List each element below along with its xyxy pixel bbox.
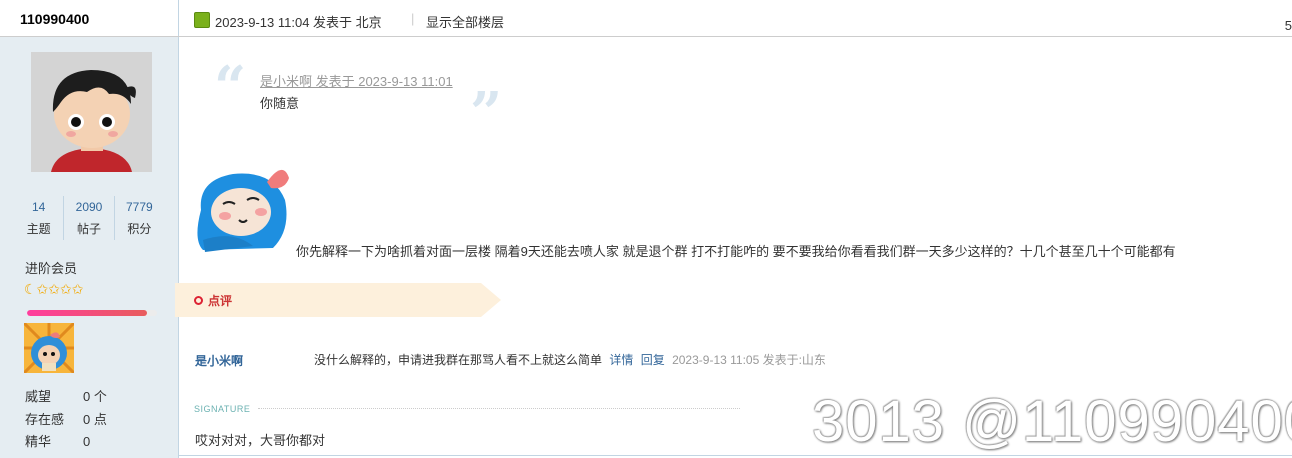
info-row: 存在感 0 点 <box>25 409 107 432</box>
post-bottom-border <box>178 455 1292 456</box>
stat-value: 7779 <box>125 200 153 214</box>
stat-label: 主题 <box>26 222 51 236</box>
floor-number[interactable]: 5 <box>1285 18 1292 33</box>
comment-user[interactable]: 是小米啊 <box>195 352 243 369</box>
quote-author[interactable]: 是小米啊 发表于 2023-9-13 11:01 <box>260 71 453 90</box>
info-value: 0 个 <box>83 389 107 404</box>
info-key: 精华 <box>25 434 52 449</box>
post-header: 2023-9-13 11:04 发表于 北京 | 显示全部楼层 5 <box>178 0 1292 37</box>
rank-stars-icon: ☾✩✩✩✩ <box>24 281 84 297</box>
stat-value: 2090 <box>75 200 103 214</box>
sticker-image <box>193 160 293 255</box>
show-all-floors-link[interactable]: 显示全部楼层 <box>426 12 504 31</box>
level-progress-bar <box>27 310 157 316</box>
divider: | <box>411 11 415 26</box>
user-info: 威望 0 个 存在感 0 点 精华 0 <box>25 386 107 454</box>
comment-circle-icon <box>194 296 203 305</box>
comment-item: 没什么解释的，申请进我群在那骂人看不上就这么简单 详情 回复 2023-9-13… <box>314 351 826 368</box>
stat-points[interactable]: 7779 积分 <box>115 196 164 240</box>
watermark: 3013 @110990400 <box>812 389 1292 454</box>
quote-close-icon: ” <box>470 80 503 146</box>
level-progress-fill <box>27 310 147 316</box>
comment-label-text: 点评 <box>208 294 233 308</box>
comment-detail-link[interactable]: 详情 <box>609 353 633 367</box>
stat-threads[interactable]: 14 主题 <box>14 196 65 240</box>
info-key: 威望 <box>25 389 52 404</box>
signature-label: SIGNATURE <box>194 404 251 414</box>
stat-label: 积分 <box>127 222 152 236</box>
stat-label: 帖子 <box>76 222 101 236</box>
info-key: 存在感 <box>25 411 65 427</box>
stat-posts[interactable]: 2090 帖子 <box>64 196 115 240</box>
comment-text: 没什么解释的，申请进我群在那骂人看不上就这么简单 <box>314 353 603 367</box>
signature-divider <box>258 408 740 409</box>
stat-value: 14 <box>31 200 46 214</box>
user-stats: 14 主题 2090 帖子 7779 积分 <box>14 196 164 240</box>
comment-section-label: 点评 <box>194 292 232 309</box>
post-body: 你先解释一下为啥抓着对面一层楼 隔着9天还能去喷人家 就是退个群 打不打能咋的 … <box>296 244 1176 259</box>
medal-icon[interactable] <box>22 321 76 375</box>
username[interactable]: 110990400 <box>20 11 89 27</box>
comment-time: 2023-9-13 11:05 发表于:山东 <box>672 353 826 367</box>
online-status-icon <box>194 12 210 28</box>
info-value: 0 <box>83 434 91 449</box>
user-rank[interactable]: 进阶会员 <box>25 258 77 277</box>
info-row: 精华 0 <box>25 431 107 454</box>
quote-open-icon: “ <box>214 54 247 120</box>
info-value: 0 点 <box>83 411 107 427</box>
quote-block: “ 是小米啊 发表于 2023-9-13 11:01 你随意 ” <box>214 54 514 146</box>
info-row: 威望 0 个 <box>25 386 107 409</box>
comment-reply-link[interactable]: 回复 <box>641 353 665 367</box>
signature-text: 哎对对对，大哥你都对 <box>195 433 326 448</box>
user-sidebar: 110990400 14 主题 2090 帖子 7779 积分 进阶会员 ☾✩✩… <box>0 0 179 458</box>
post-meta: 2023-9-13 11:04 发表于 北京 <box>215 15 382 30</box>
quote-text: 你随意 <box>260 96 300 111</box>
avatar[interactable] <box>31 52 152 172</box>
